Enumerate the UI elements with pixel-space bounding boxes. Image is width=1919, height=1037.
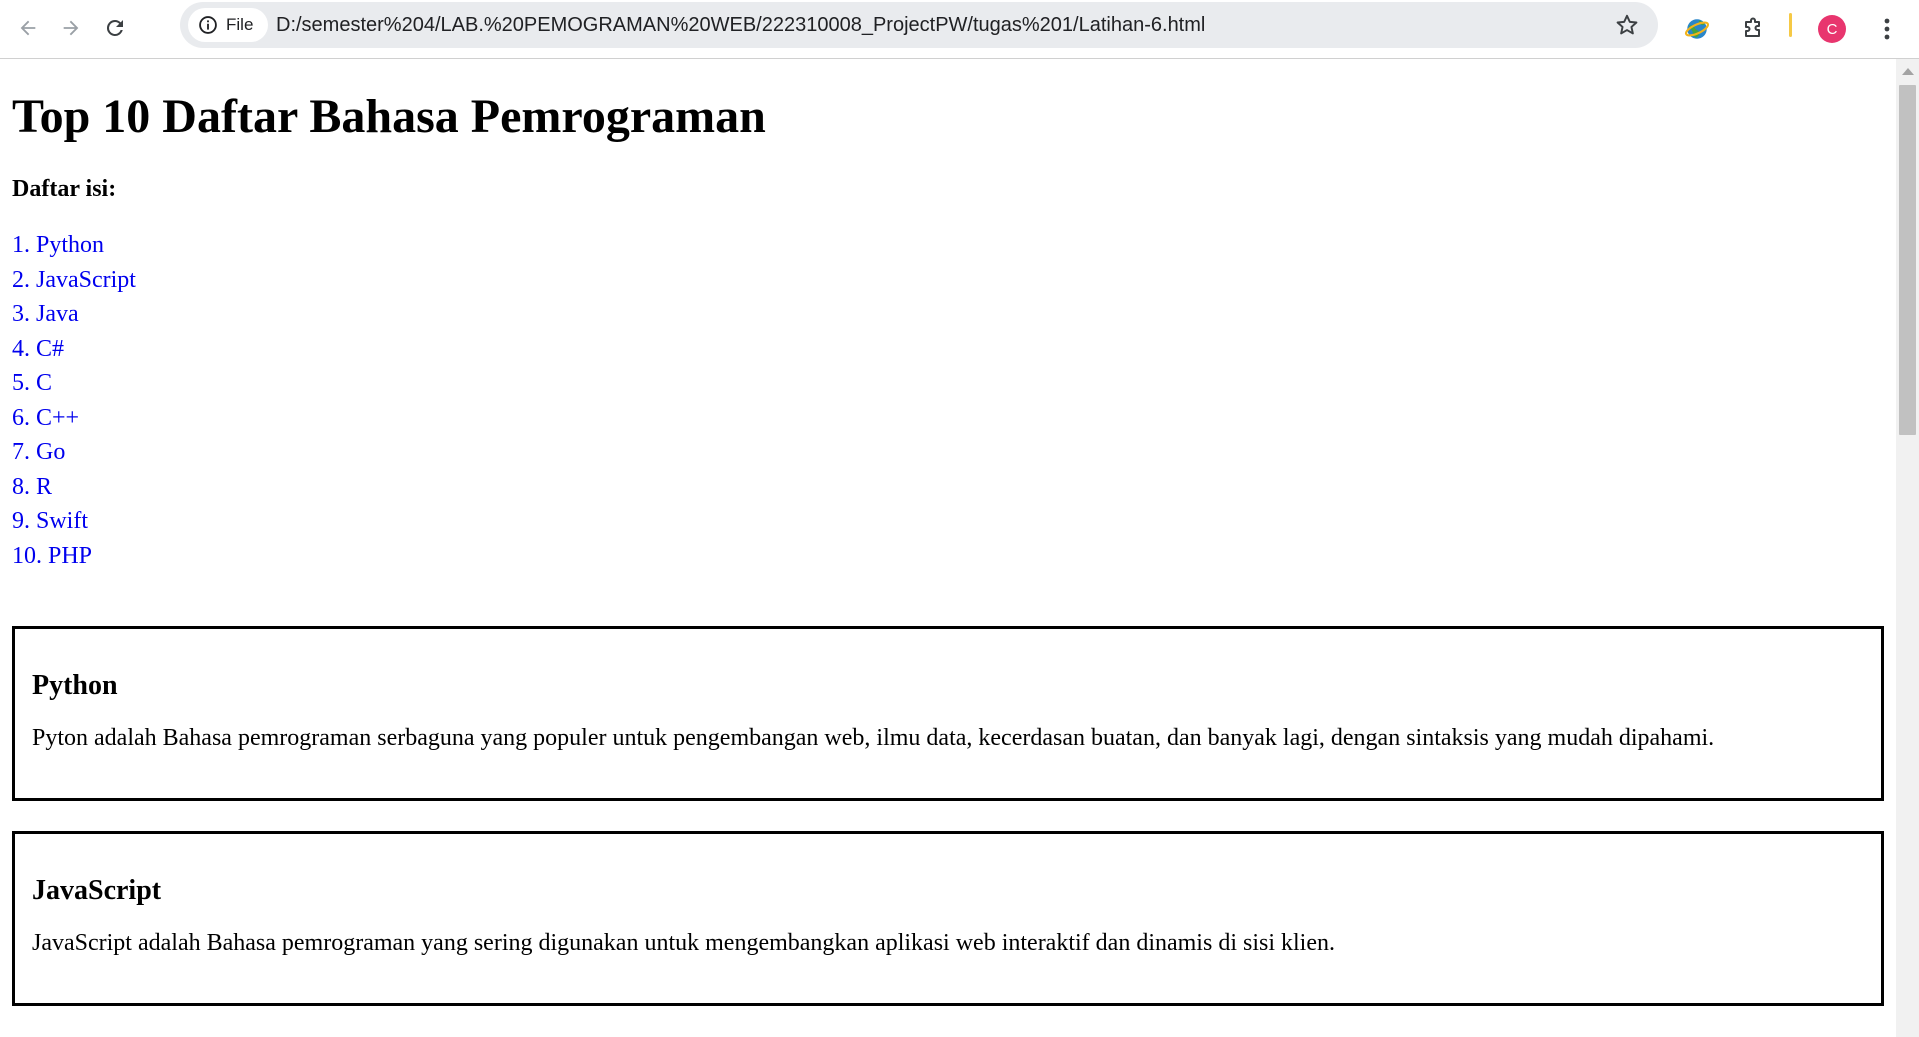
url-text[interactable]: D:/semester%204/LAB.%20PEMOGRAMAN%20WEB/… <box>276 14 1205 37</box>
kebab-menu-icon <box>1884 18 1890 40</box>
table-of-contents: 1. Python 2. JavaScript 3. Java 4. C# 5.… <box>12 228 1884 573</box>
toc-link-swift[interactable]: 9. Swift <box>12 504 1884 539</box>
profile-button[interactable]: C <box>1812 9 1852 49</box>
page-title: Top 10 Daftar Bahasa Pemrograman <box>12 90 766 143</box>
star-icon <box>1616 14 1638 35</box>
back-arrow-icon <box>20 20 36 36</box>
toc-heading: Daftar isi: <box>12 176 117 202</box>
address-bar[interactable]: File D:/semester%204/LAB.%20PEMOGRAMAN%2… <box>180 2 1658 48</box>
globe-extension-icon <box>1684 19 1710 39</box>
reload-icon <box>106 19 123 36</box>
toc-link-cpp[interactable]: 6. C++ <box>12 401 1884 436</box>
toc-link-python[interactable]: 1. Python <box>12 228 1884 263</box>
toc-link-c[interactable]: 5. C <box>12 366 1884 401</box>
page-viewport: Top 10 Daftar Bahasa Pemrograman Daftar … <box>0 59 1896 1037</box>
toc-link-php[interactable]: 10. PHP <box>12 539 1884 574</box>
info-icon <box>199 16 217 34</box>
section-javascript: JavaScript JavaScript adalah Bahasa pemr… <box>12 831 1884 1006</box>
page-content: Top 10 Daftar Bahasa Pemrograman Daftar … <box>0 89 1896 1006</box>
puzzle-icon <box>1745 17 1760 37</box>
section-python: Python Pyton adalah Bahasa pemrograman s… <box>12 626 1884 801</box>
vertical-scrollbar[interactable] <box>1896 59 1919 1037</box>
toolbar-separator <box>1789 13 1792 37</box>
site-info-chip[interactable]: File <box>188 8 268 42</box>
toc-link-csharp[interactable]: 4. C# <box>12 332 1884 367</box>
bookmark-button[interactable] <box>1614 12 1640 38</box>
toc-link-go[interactable]: 7. Go <box>12 435 1884 470</box>
menu-button[interactable] <box>1867 9 1907 49</box>
section-heading: Python <box>32 670 118 701</box>
scroll-up-arrow-icon[interactable] <box>1902 68 1914 75</box>
extension-button[interactable] <box>1677 9 1717 49</box>
scrollbar-thumb[interactable] <box>1899 85 1916 435</box>
extensions-button[interactable] <box>1733 9 1773 49</box>
reload-button[interactable] <box>95 8 135 48</box>
toc-link-java[interactable]: 3. Java <box>12 297 1884 332</box>
browser-toolbar: File D:/semester%204/LAB.%20PEMOGRAMAN%2… <box>0 0 1919 59</box>
section-heading: JavaScript <box>32 875 162 906</box>
avatar: C <box>1818 15 1846 43</box>
toc-link-r[interactable]: 8. R <box>12 470 1884 505</box>
section-body: Pyton adalah Bahasa pemrograman serbagun… <box>32 725 1715 751</box>
back-button[interactable] <box>8 8 48 48</box>
forward-button[interactable] <box>51 8 91 48</box>
section-body: JavaScript adalah Bahasa pemrograman yan… <box>32 930 1335 956</box>
toc-link-javascript[interactable]: 2. JavaScript <box>12 263 1884 298</box>
forward-arrow-icon <box>63 20 79 36</box>
file-chip-label: File <box>226 15 254 34</box>
